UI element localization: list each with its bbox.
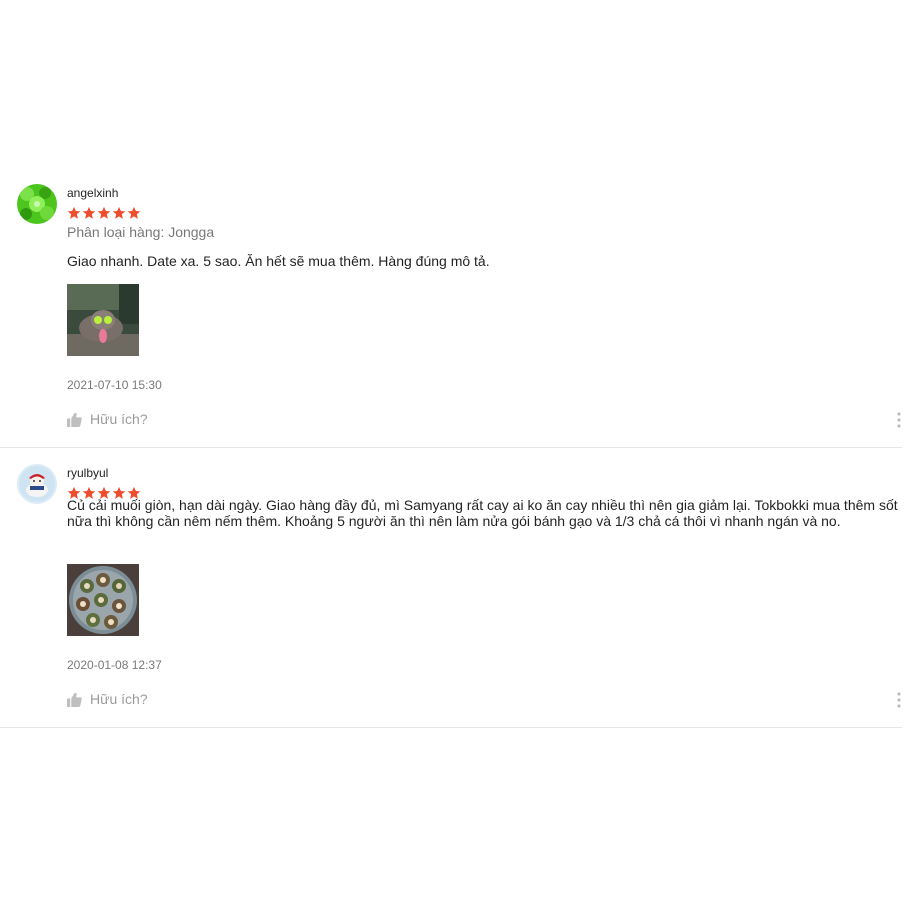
more-options-button[interactable] [893,411,902,429]
reviewer-name[interactable]: ryulbyul [67,466,108,480]
review-item: angelxinh Phân loại hàng: Jongga Giao nh… [0,181,902,448]
star-icon [127,206,141,219]
avatar[interactable] [17,184,57,224]
thumbs-up-icon [67,412,82,427]
review-photo[interactable] [67,284,139,356]
reviewer-name[interactable]: angelxinh [67,186,118,200]
helpful-button[interactable]: Hữu ích? [67,691,148,707]
avatar[interactable] [17,464,57,504]
variation-label: Phân loại hàng: Jongga [67,224,215,240]
vertical-dots-icon [897,412,901,428]
star-icon [82,206,96,219]
review-photo[interactable] [67,564,139,636]
vertical-dots-icon [897,692,901,708]
star-rating [67,206,141,220]
star-icon [67,206,81,219]
review-item: ryulbyul Củ cải muối giòn, hạn dài ngày.… [0,461,902,728]
star-icon [112,206,126,219]
review-timestamp: 2020-01-08 12:37 [67,658,162,672]
helpful-label: Hữu ích? [90,411,148,427]
more-options-button[interactable] [893,691,902,709]
thumbs-up-icon [67,692,82,707]
review-comment: Củ cải muối giòn, hạn dài ngày. Giao hàn… [67,497,898,529]
helpful-label: Hữu ích? [90,691,148,707]
review-comment: Giao nhanh. Date xa. 5 sao. Ăn hết sẽ mu… [67,253,490,269]
review-timestamp: 2021-07-10 15:30 [67,378,162,392]
star-icon [97,206,111,219]
helpful-button[interactable]: Hữu ích? [67,411,148,427]
